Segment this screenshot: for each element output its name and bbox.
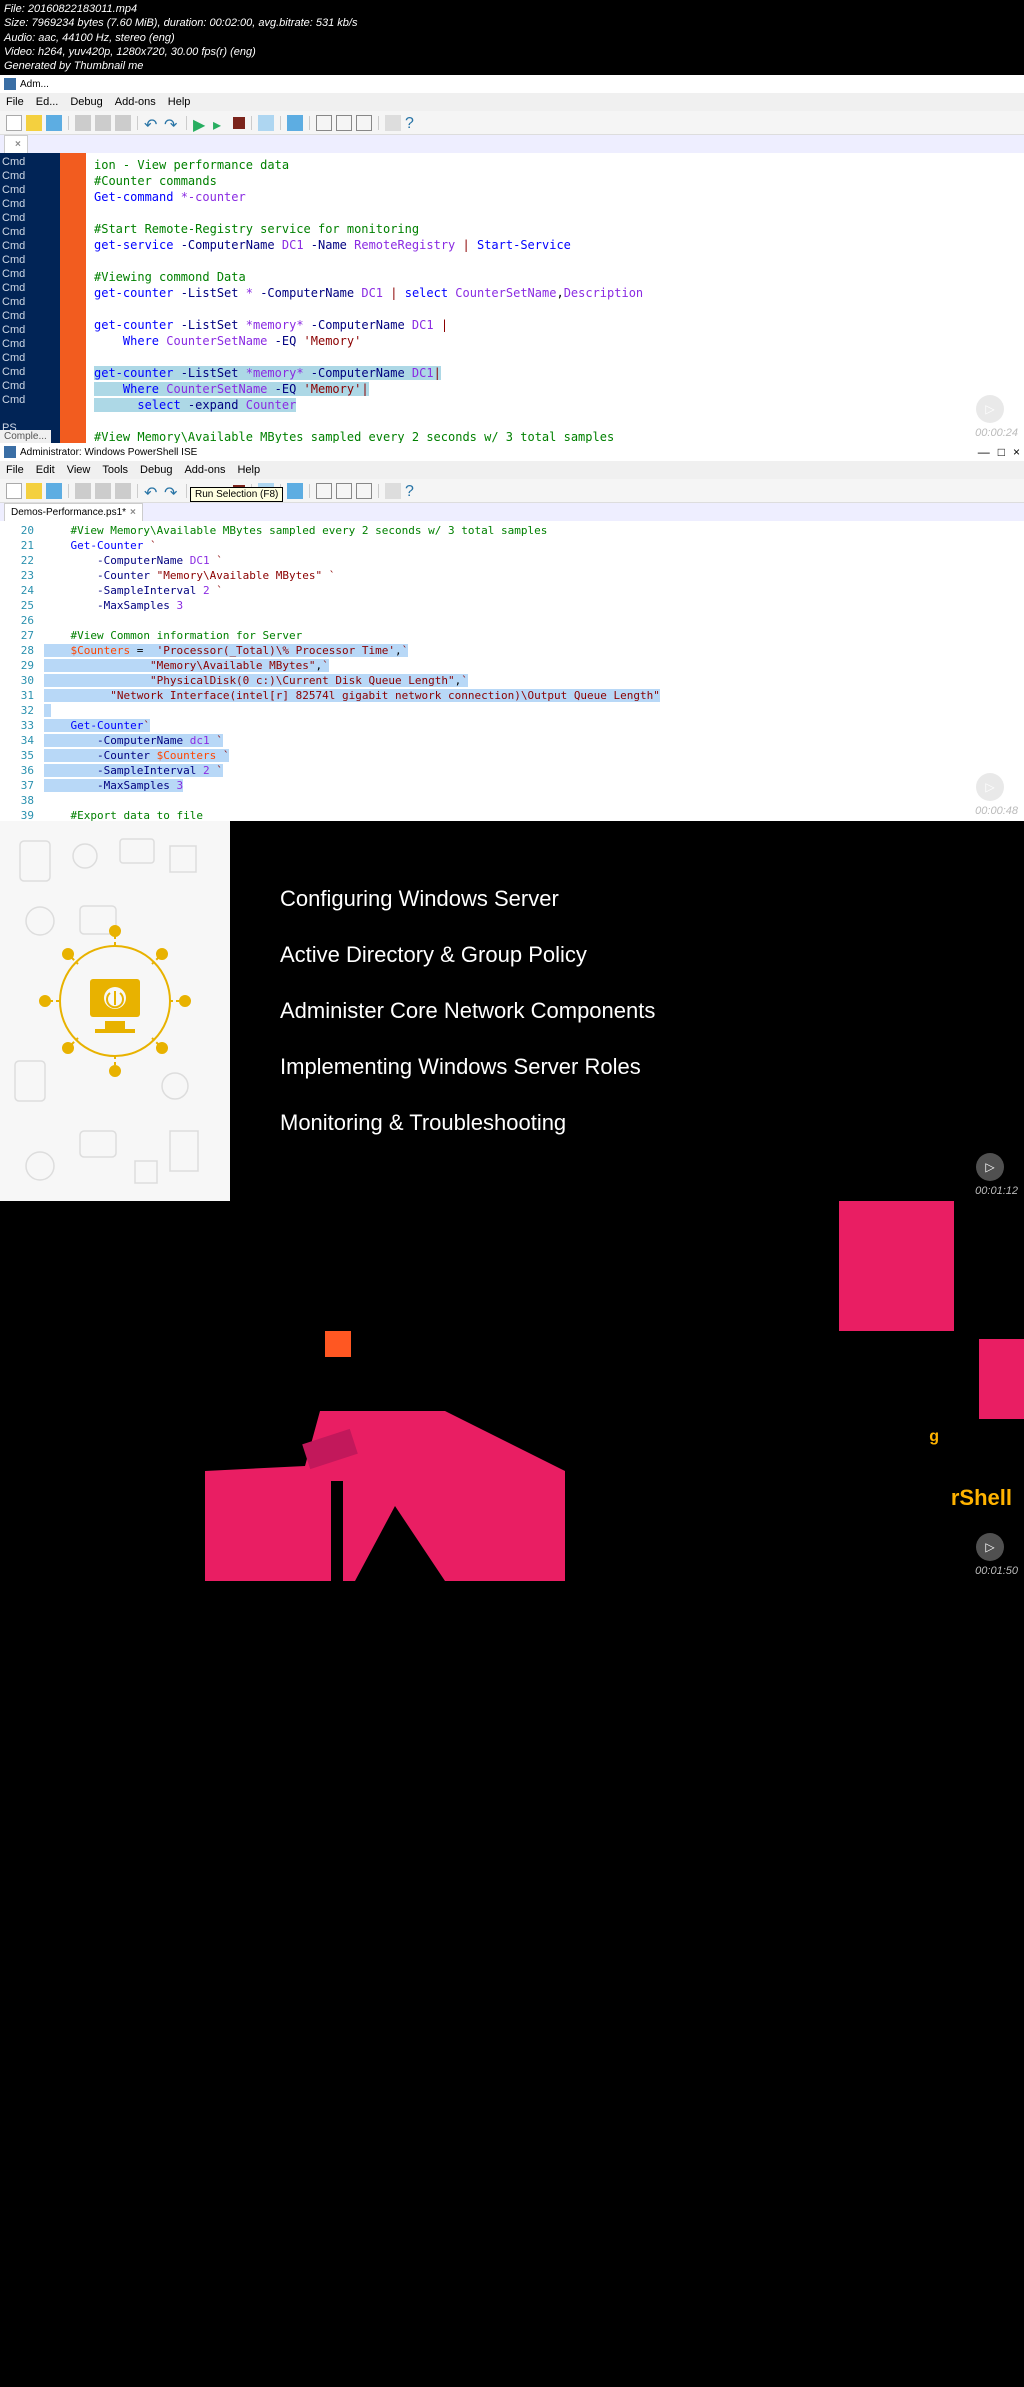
window-titlebar: Administrator: Windows PowerShell ISE — … xyxy=(0,443,1024,461)
menu-addons[interactable]: Add-ons xyxy=(184,464,225,476)
run-selection-icon[interactable]: ▸ xyxy=(213,115,229,131)
video-line: Video: h264, yuv420p, 1280x720, 30.00 fp… xyxy=(4,45,1020,59)
timestamp-2: 00:00:48 xyxy=(975,805,1018,817)
menu-debug[interactable]: Debug xyxy=(70,96,102,108)
pink-square-1 xyxy=(839,1201,954,1331)
undo-icon[interactable]: ↶ xyxy=(144,115,160,131)
thumbnail-panel-2: Administrator: Windows PowerShell ISE — … xyxy=(0,443,1024,821)
script-editor[interactable]: ion - View performance data #Counter com… xyxy=(86,153,1024,443)
menu-addons[interactable]: Add-ons xyxy=(115,96,156,108)
window-title: Adm... xyxy=(20,79,49,90)
toolbar: ↶ ↷ ▶ ▸ ? xyxy=(0,111,1024,135)
remote-icon[interactable] xyxy=(258,115,274,131)
cut-icon[interactable] xyxy=(75,483,91,499)
yellow-text-rshell: rShell xyxy=(951,1485,1012,1511)
window-titlebar: Adm... xyxy=(0,75,1024,93)
copy-icon[interactable] xyxy=(95,115,111,131)
script-tab[interactable]: Demos-Performance.ps1*× xyxy=(4,503,143,521)
copy-icon[interactable] xyxy=(95,483,111,499)
script-tab[interactable]: × xyxy=(4,135,28,153)
topic-item: Implementing Windows Server Roles xyxy=(280,1054,1004,1080)
open-icon[interactable] xyxy=(26,115,42,131)
topic-item: Administer Core Network Components xyxy=(280,998,1004,1024)
run-icon[interactable]: ▶ xyxy=(193,115,209,131)
menu-file[interactable]: File xyxy=(6,96,24,108)
menu-help[interactable]: Help xyxy=(237,464,260,476)
thumbnail-panel-3: Configuring Windows Server Active Direct… xyxy=(0,821,1024,1201)
minimize-icon[interactable]: — xyxy=(978,445,990,459)
timestamp-1: 00:00:24 xyxy=(975,427,1018,439)
stop-icon[interactable] xyxy=(233,117,245,129)
completions-label: Comple... xyxy=(0,430,51,443)
paste-icon[interactable] xyxy=(115,483,131,499)
layout2-icon[interactable] xyxy=(336,115,352,131)
file-info-header: File: 20160822183011.mp4 Size: 7969234 b… xyxy=(0,0,1024,75)
redo-icon[interactable]: ↷ xyxy=(164,483,180,499)
menu-bar[interactable]: File Edit View Tools Debug Add-ons Help xyxy=(0,461,1024,479)
script-editor[interactable]: #View Memory\Available MBytes sampled ev… xyxy=(40,521,1024,821)
layout1-icon[interactable] xyxy=(316,483,332,499)
app-icon xyxy=(4,78,16,90)
line-gutter: 202122 232425 262728 293031 323334 35363… xyxy=(0,521,40,821)
topics-list: Configuring Windows Server Active Direct… xyxy=(230,821,1024,1201)
pink-polygon xyxy=(205,1411,565,1581)
new-icon[interactable] xyxy=(6,115,22,131)
toolbar: ↶ ↷ ▶ ▸ ? xyxy=(0,479,1024,503)
paste-icon[interactable] xyxy=(115,115,131,131)
cmd-addon-icon[interactable] xyxy=(385,483,401,499)
topic-item: Active Directory & Group Policy xyxy=(280,942,1004,968)
play-icon: ▷ xyxy=(976,1533,1004,1561)
close-icon[interactable]: × xyxy=(1013,445,1020,459)
new-tab-icon[interactable] xyxy=(287,115,303,131)
yellow-text-frag: g xyxy=(929,1428,939,1446)
menu-help[interactable]: Help xyxy=(168,96,191,108)
thumbnail-panel-4: g rShell ▷ 00:01:50 xyxy=(0,1201,1024,1581)
audio-line: Audio: aac, 44100 Hz, stereo (eng) xyxy=(4,31,1020,45)
tooltip: Run Selection (F8) xyxy=(190,487,283,502)
topic-item: Monitoring & Troubleshooting xyxy=(280,1110,1004,1136)
layout2-icon[interactable] xyxy=(336,483,352,499)
layout3-icon[interactable] xyxy=(356,483,372,499)
pink-bar-1 xyxy=(979,1339,1024,1419)
menu-file[interactable]: File xyxy=(6,464,24,476)
menu-debug[interactable]: Debug xyxy=(140,464,172,476)
menu-view[interactable]: View xyxy=(67,464,91,476)
generated-line: Generated by Thumbnail me xyxy=(4,59,1020,73)
open-icon[interactable] xyxy=(26,483,42,499)
help-icon[interactable]: ? xyxy=(405,483,421,499)
save-icon[interactable] xyxy=(46,483,62,499)
close-icon[interactable]: × xyxy=(130,507,136,518)
cut-icon[interactable] xyxy=(75,115,91,131)
app-icon xyxy=(4,446,16,458)
save-icon[interactable] xyxy=(46,115,62,131)
layout3-icon[interactable] xyxy=(356,115,372,131)
orange-square xyxy=(325,1331,351,1357)
tab-bar: Demos-Performance.ps1*× xyxy=(0,503,1024,521)
decorative-graphic xyxy=(0,821,230,1201)
timestamp-3: 00:01:12 xyxy=(975,1185,1018,1197)
redo-icon[interactable]: ↷ xyxy=(164,115,180,131)
size-line: Size: 7969234 bytes (7.60 MiB), duration… xyxy=(4,16,1020,30)
layout1-icon[interactable] xyxy=(316,115,332,131)
new-icon[interactable] xyxy=(6,483,22,499)
orange-overlay xyxy=(60,153,86,443)
file-line: File: 20160822183011.mp4 xyxy=(4,2,1020,16)
menu-edit[interactable]: Edit xyxy=(36,464,55,476)
undo-icon[interactable]: ↶ xyxy=(144,483,160,499)
close-icon[interactable]: × xyxy=(15,139,21,150)
menu-bar[interactable]: File Ed... Debug Add-ons Help xyxy=(0,93,1024,111)
window-title: Administrator: Windows PowerShell ISE xyxy=(20,447,197,458)
new-tab-icon[interactable] xyxy=(287,483,303,499)
cmd-addon-icon[interactable] xyxy=(385,115,401,131)
help-icon[interactable]: ? xyxy=(405,115,421,131)
thumbnail-panel-1: Adm... File Ed... Debug Add-ons Help ↶ ↷… xyxy=(0,75,1024,443)
console-pane[interactable]: CmdCmd CmdCmd CmdCmd CmdCmd CmdCmd CmdCm… xyxy=(0,153,60,443)
topic-item: Configuring Windows Server xyxy=(280,886,1004,912)
menu-edit[interactable]: Ed... xyxy=(36,96,59,108)
timestamp-4: 00:01:50 xyxy=(975,1565,1018,1577)
menu-tools[interactable]: Tools xyxy=(102,464,128,476)
tab-bar: × xyxy=(0,135,1024,153)
maximize-icon[interactable]: □ xyxy=(998,445,1005,459)
